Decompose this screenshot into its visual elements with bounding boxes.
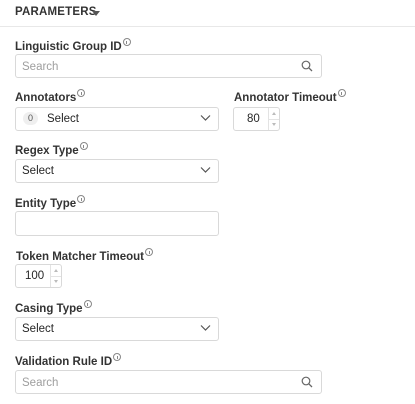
info-icon [145, 248, 154, 256]
info-icon [77, 89, 86, 97]
linguistic-group-id-label-text: Linguistic Group ID [15, 41, 122, 53]
validation-rule-id-search-input[interactable]: Search [15, 370, 322, 394]
search-icon[interactable] [301, 60, 313, 72]
token-matcher-timeout-label-text: Token Matcher Timeout [16, 251, 145, 263]
annotators-select[interactable]: 0 Select [15, 107, 219, 131]
casing-type-label-text: Casing Type [15, 303, 83, 315]
regex-type-label: Regex Type [15, 142, 88, 157]
stepper-up-icon[interactable] [54, 269, 58, 272]
casing-type-select[interactable]: Select [15, 317, 219, 341]
token-matcher-timeout-value: 100 [25, 270, 45, 282]
annotators-label: Annotators [15, 89, 86, 104]
info-icon [79, 142, 88, 150]
linguistic-group-id-search-input[interactable]: Search [15, 54, 322, 78]
annotator-timeout-number-input[interactable]: 80 [233, 107, 280, 131]
stepper-down-icon[interactable] [272, 123, 276, 126]
info-icon [77, 195, 86, 203]
number-stepper[interactable] [50, 265, 61, 287]
casing-type-label: Casing Type [15, 300, 92, 315]
stepper-up-icon[interactable] [272, 112, 276, 115]
annotators-label-text: Annotators [15, 92, 77, 104]
regex-type-select-value: Select [22, 165, 54, 177]
info-icon [122, 38, 131, 46]
entity-type-label-text: Entity Type [15, 198, 77, 210]
selected-count-badge: 0 [23, 112, 38, 125]
stepper-divider [269, 119, 279, 120]
search-icon[interactable] [301, 376, 313, 388]
token-matcher-timeout-label: Token Matcher Timeout [16, 248, 154, 263]
annotator-timeout-value: 80 [247, 113, 260, 125]
chevron-down-icon[interactable] [200, 324, 211, 332]
validation-rule-id-label-text: Validation Rule ID [15, 356, 113, 368]
annotators-select-value: Select [47, 113, 79, 125]
number-stepper[interactable] [268, 108, 279, 130]
chevron-down-icon[interactable] [200, 114, 211, 122]
entity-type-label: Entity Type [15, 195, 86, 210]
caret-down-icon[interactable] [92, 11, 100, 16]
linguistic-group-id-placeholder: Search [22, 61, 59, 73]
stepper-divider [51, 276, 61, 277]
entity-type-input[interactable] [15, 211, 219, 236]
annotator-timeout-label: Annotator Timeout [234, 89, 346, 104]
stepper-down-icon[interactable] [54, 280, 58, 283]
info-icon [83, 300, 92, 308]
chevron-down-icon[interactable] [200, 166, 211, 174]
linguistic-group-id-label: Linguistic Group ID [15, 38, 131, 53]
parameters-title: PARAMETERS [15, 6, 97, 18]
parameters-header[interactable]: PARAMETERS [0, 0, 415, 27]
token-matcher-timeout-number-input[interactable]: 100 [15, 264, 62, 288]
annotator-timeout-label-text: Annotator Timeout [234, 92, 337, 104]
casing-type-select-value: Select [22, 323, 54, 335]
validation-rule-id-placeholder: Search [22, 377, 59, 389]
validation-rule-id-label: Validation Rule ID [15, 353, 122, 368]
regex-type-label-text: Regex Type [15, 145, 79, 157]
info-icon [337, 89, 346, 97]
regex-type-select[interactable]: Select [15, 159, 219, 183]
info-icon [113, 353, 122, 361]
